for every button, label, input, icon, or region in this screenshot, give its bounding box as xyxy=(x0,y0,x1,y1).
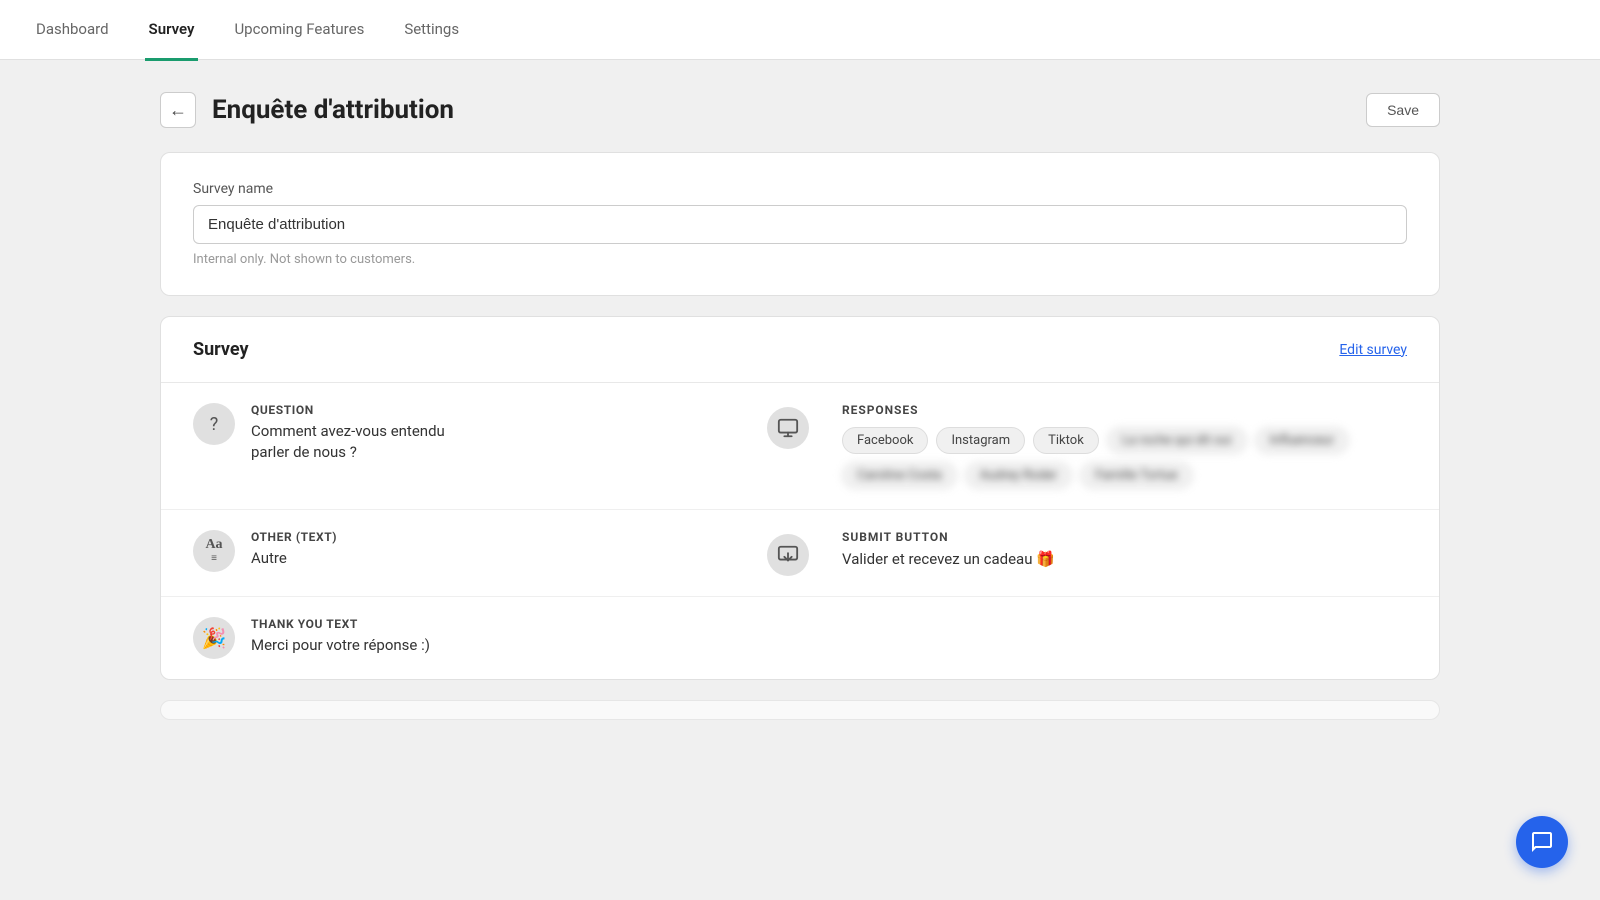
survey-rows: ? QUESTION Comment avez-vous entenduparl… xyxy=(161,382,1439,679)
submit-label: SUBMIT BUTTON xyxy=(842,530,1407,544)
chip-la-roche: La roche qui dit oui xyxy=(1107,427,1247,454)
row-other-middle xyxy=(758,530,818,576)
thank-you-icon: 🎉 xyxy=(193,617,235,659)
response-chips: Facebook Instagram Tiktok La roche qui d… xyxy=(842,427,1407,489)
tab-survey[interactable]: Survey xyxy=(145,1,199,61)
row-thankyou-middle xyxy=(758,617,818,621)
survey-name-label: Survey name xyxy=(193,181,1407,197)
row-other-right: SUBMIT BUTTON Valider et recevez un cade… xyxy=(818,530,1407,568)
table-row: ? QUESTION Comment avez-vous entenduparl… xyxy=(161,383,1439,510)
chip-famille: Famille Tortue xyxy=(1080,462,1192,489)
other-text-icon: Aa ≡ xyxy=(193,530,235,572)
table-row: 🎉 THANK YOU TEXT Merci pour votre répons… xyxy=(161,597,1439,679)
chip-facebook: Facebook xyxy=(842,427,928,454)
row-other-content: OTHER (TEXT) Autre xyxy=(251,530,758,569)
page-title: Enquête d'attribution xyxy=(212,95,454,125)
thankyou-value: Merci pour votre réponse :) xyxy=(251,635,758,656)
tab-upcoming[interactable]: Upcoming Features xyxy=(230,1,368,61)
other-type-label: OTHER (TEXT) xyxy=(251,530,758,544)
tab-dashboard[interactable]: Dashboard xyxy=(32,1,113,61)
row-question-left: ? QUESTION Comment avez-vous entenduparl… xyxy=(193,403,758,463)
save-button[interactable]: Save xyxy=(1366,93,1440,127)
survey-card-title: Survey xyxy=(193,339,249,360)
tab-settings[interactable]: Settings xyxy=(400,1,463,61)
chat-fab[interactable] xyxy=(1516,816,1568,868)
main-content: ← Enquête d'attribution Save Survey name… xyxy=(80,60,1520,752)
page-header-left: ← Enquête d'attribution xyxy=(160,92,454,128)
chip-tiktok: Tiktok xyxy=(1033,427,1099,454)
row-question-content: QUESTION Comment avez-vous entenduparler… xyxy=(251,403,758,463)
submit-value: Valider et recevez un cadeau 🎁 xyxy=(842,550,1407,568)
survey-name-hint: Internal only. Not shown to customers. xyxy=(193,252,1407,267)
question-middle-icon xyxy=(767,407,809,449)
thankyou-type-label: THANK YOU TEXT xyxy=(251,617,758,631)
page-header: ← Enquête d'attribution Save xyxy=(160,92,1440,128)
responses-label: RESPONSES xyxy=(842,403,1407,417)
chip-instagram: Instagram xyxy=(936,427,1025,454)
question-type-label: QUESTION xyxy=(251,403,758,417)
row-other-left: Aa ≡ OTHER (TEXT) Autre xyxy=(193,530,758,572)
row-thankyou-content: THANK YOU TEXT Merci pour votre réponse … xyxy=(251,617,758,656)
table-row: Aa ≡ OTHER (TEXT) Autre xyxy=(161,510,1439,597)
survey-name-card: Survey name Internal only. Not shown to … xyxy=(160,152,1440,296)
row-question-right: RESPONSES Facebook Instagram Tiktok La r… xyxy=(818,403,1407,489)
bottom-card-hint xyxy=(160,700,1440,720)
chip-influenceur: Influenceur xyxy=(1255,427,1350,454)
row-thankyou-left: 🎉 THANK YOU TEXT Merci pour votre répons… xyxy=(193,617,758,659)
submit-icon xyxy=(767,534,809,576)
chip-caroline: Caroline Costa xyxy=(842,462,957,489)
survey-card: Survey Edit survey ? QUESTION Comment av… xyxy=(160,316,1440,680)
top-nav: Dashboard Survey Upcoming Features Setti… xyxy=(0,0,1600,60)
back-button[interactable]: ← xyxy=(160,92,196,128)
chip-audrey: Audrey Roder xyxy=(965,462,1072,489)
question-value: Comment avez-vous entenduparler de nous … xyxy=(251,421,758,463)
survey-card-header: Survey Edit survey xyxy=(161,317,1439,382)
edit-survey-link[interactable]: Edit survey xyxy=(1339,342,1407,358)
other-value: Autre xyxy=(251,548,758,569)
question-icon: ? xyxy=(193,403,235,445)
survey-name-input[interactable] xyxy=(193,205,1407,244)
row-question-middle xyxy=(758,403,818,449)
